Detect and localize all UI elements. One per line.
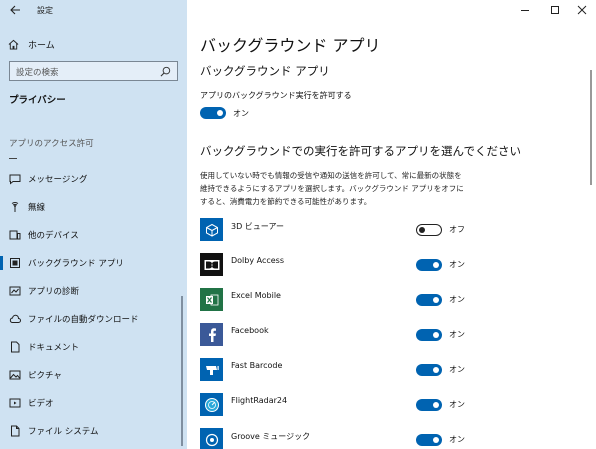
document-icon (11, 341, 20, 353)
app-state: オン (449, 435, 465, 444)
window-title: 設定 (37, 6, 53, 15)
cloud-icon (9, 314, 21, 323)
picture-icon (9, 370, 21, 380)
sidebar-item-radio[interactable]: 無線 (0, 196, 187, 218)
app-toggle-excel-mobile[interactable] (416, 294, 442, 306)
file-system-icon (11, 425, 20, 437)
toggle-switch[interactable] (416, 294, 442, 306)
devices-icon (9, 230, 21, 240)
sidebar: 設定 ホーム 設定の検索 プライバシー アプリのアクセス許可 メッセージング 無… (0, 0, 187, 449)
page-title: バックグラウンド アプリ (200, 36, 381, 55)
app-state: オン (449, 365, 465, 374)
toggle-switch[interactable] (416, 329, 442, 341)
groove-icon (200, 428, 223, 449)
sidebar-item-label: ファイル システム (28, 427, 99, 437)
allow-background-toggle[interactable] (200, 107, 226, 119)
background-apps-icon (10, 258, 20, 268)
privacy-heading: プライバシー (9, 95, 66, 106)
toggle-switch[interactable] (416, 259, 442, 271)
sidebar-item-label: 無線 (28, 203, 46, 213)
sidebar-item-label: アプリの診断 (28, 287, 80, 297)
nav-home[interactable]: ホーム (8, 35, 178, 53)
description-text: 使用していない時でも情報の受信や通知の送信を許可して、常に最新の状態を維持できる… (200, 171, 464, 206)
sidebar-item-background-apps[interactable]: バックグラウンド アプリ (0, 252, 187, 274)
radio-icon (11, 202, 19, 212)
app-state: オフ (449, 225, 465, 234)
main-scrollbar[interactable] (590, 70, 592, 185)
app-toggle-3d-viewer[interactable] (416, 224, 442, 236)
sidebar-item-messaging[interactable]: メッセージング (0, 168, 187, 190)
section-title: バックグラウンド アプリ (200, 64, 330, 78)
main-content: バックグラウンド アプリ バックグラウンド アプリ アプリのバックグラウンド実行… (187, 0, 596, 449)
toggle-switch[interactable] (416, 364, 442, 376)
app-row-flightradar24: FlightRadar24 オン (200, 393, 480, 417)
video-icon (9, 398, 21, 408)
toggle-switch[interactable] (200, 107, 226, 119)
diagnostics-icon (9, 286, 21, 296)
app-state: オン (449, 400, 465, 409)
app-row-fast-barcode: Fast Barcode オン (200, 358, 480, 382)
flightradar-icon (200, 393, 223, 416)
barcode-icon (200, 358, 223, 381)
back-arrow-icon[interactable] (9, 4, 21, 16)
sidebar-item-devices[interactable]: 他のデバイス (0, 224, 187, 246)
app-toggle-fast-barcode[interactable] (416, 364, 442, 376)
app-toggle-groove-music[interactable] (416, 434, 442, 446)
allow-background-state: オン (233, 109, 249, 118)
toggle-switch[interactable] (416, 224, 442, 236)
sidebar-scrollbar[interactable] (181, 296, 183, 446)
app-row-3d-viewer: 3D ビューアー オフ (200, 218, 480, 242)
app-state: オン (449, 260, 465, 269)
excel-icon (200, 288, 223, 311)
home-icon (8, 39, 19, 50)
section-label: アプリのアクセス許可 (9, 139, 94, 149)
search-icon[interactable] (160, 66, 171, 77)
dolby-icon (200, 253, 223, 276)
app-toggle-flightradar24[interactable] (416, 399, 442, 411)
app-name: Groove ミュージック (231, 432, 311, 441)
nav-home-label: ホーム (28, 40, 55, 51)
section-divider (9, 158, 17, 159)
app-row-facebook: Facebook オン (200, 323, 480, 347)
search-placeholder: 設定の検索 (16, 68, 59, 78)
sidebar-item-label: ピクチャ (28, 371, 62, 381)
app-toggle-dolby-access[interactable] (416, 259, 442, 271)
app-name: FlightRadar24 (231, 396, 288, 405)
app-toggle-facebook[interactable] (416, 329, 442, 341)
app-state: オン (449, 330, 465, 339)
sidebar-item-label: バックグラウンド アプリ (28, 259, 124, 269)
sidebar-item-label: ドキュメント (28, 343, 80, 353)
facebook-icon (200, 323, 223, 346)
app-name: Facebook (231, 326, 269, 335)
search-input[interactable]: 設定の検索 (9, 61, 178, 81)
title-bar-left: 設定 (0, 0, 187, 22)
sidebar-item-label: ファイルの自動ダウンロード (28, 315, 139, 325)
app-row-groove-music: Groove ミュージック オン (200, 428, 480, 449)
sidebar-item-documents[interactable]: ドキュメント (0, 336, 187, 358)
sidebar-item-auto-download[interactable]: ファイルの自動ダウンロード (0, 308, 187, 330)
app-row-excel-mobile: Excel Mobile オン (200, 288, 480, 312)
message-icon (9, 174, 21, 185)
app-state: オン (449, 295, 465, 304)
toggle-switch[interactable] (416, 399, 442, 411)
choose-apps-heading: バックグラウンドでの実行を許可するアプリを選んでください (200, 144, 521, 158)
3d-viewer-icon (200, 218, 223, 241)
sidebar-item-file-system[interactable]: ファイル システム (0, 420, 187, 442)
sidebar-item-label: メッセージング (28, 175, 88, 185)
sidebar-item-diagnostics[interactable]: アプリの診断 (0, 280, 187, 302)
toggle-switch[interactable] (416, 434, 442, 446)
app-name: Excel Mobile (231, 291, 281, 300)
app-name: 3D ビューアー (231, 222, 284, 231)
allow-background-label: アプリのバックグラウンド実行を許可する (200, 91, 352, 100)
sidebar-item-label: ビデオ (28, 399, 54, 409)
sidebar-item-pictures[interactable]: ピクチャ (0, 364, 187, 386)
app-name: Fast Barcode (231, 361, 283, 370)
app-row-dolby-access: Dolby Access オン (200, 253, 480, 277)
sidebar-item-videos[interactable]: ビデオ (0, 392, 187, 414)
app-name: Dolby Access (231, 256, 285, 265)
sidebar-item-label: 他のデバイス (28, 231, 79, 241)
